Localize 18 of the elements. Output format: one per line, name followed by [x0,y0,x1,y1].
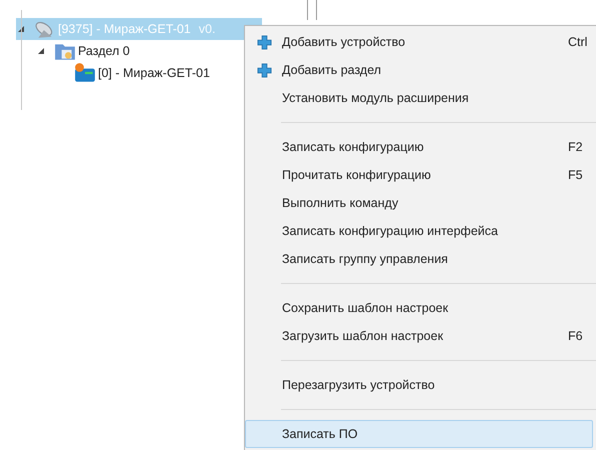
tree-item-label: Раздел 0 [78,44,130,58]
plus-icon [256,62,272,78]
tree-item-label: [9375] - Мираж-GET-01 [58,22,191,36]
menu-item[interactable]: Прочитать конфигурацию F5 [245,161,593,189]
tree-item-label: [0] - Мираж-GET-01 [98,66,210,80]
splitter-grip-icon[interactable] [307,0,317,20]
menu-item[interactable]: Выполнить команду [245,189,593,217]
module-icon [74,62,96,84]
menu-item[interactable]: Загрузить шаблон настроек F6 [245,322,593,350]
menu-item[interactable]: Перезагрузить устройство [245,371,593,399]
menu-item[interactable]: Сохранить шаблон настроек [245,294,593,322]
menu-item[interactable]: Установить модуль расширения [245,84,593,112]
menu-item[interactable]: Записать ПО [245,420,593,448]
menu-item[interactable]: Записать группу управления [245,245,593,273]
menu-item[interactable]: Записать конфигурацию F2 [245,133,593,161]
version-label: v0. [198,22,216,36]
plus-icon [256,34,272,50]
menu-item[interactable]: Записать конфигурацию интерфейса [245,217,593,245]
